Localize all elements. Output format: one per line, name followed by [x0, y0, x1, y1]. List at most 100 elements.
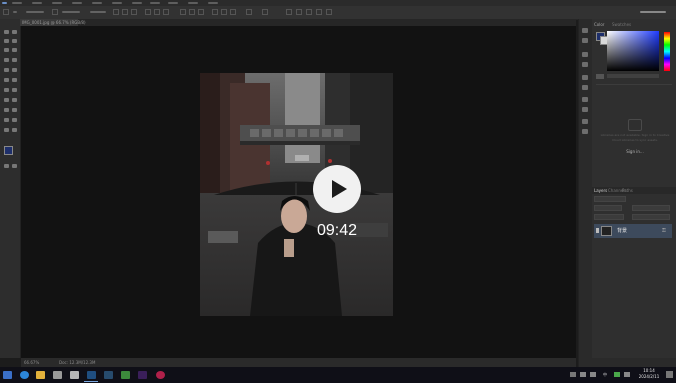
swatch-small[interactable]: [596, 74, 604, 79]
collapsed-panels-strip: [578, 19, 592, 367]
eye-icon[interactable]: [596, 228, 599, 233]
blur-tool-icon[interactable]: [11, 87, 18, 93]
start-menu-icon[interactable]: [0, 369, 14, 381]
tool-preset-icon[interactable]: [3, 9, 9, 15]
lock-options[interactable]: [594, 214, 624, 220]
document-image[interactable]: [200, 73, 393, 316]
premiere-icon[interactable]: [135, 369, 149, 381]
history-brush-tool-icon[interactable]: [3, 77, 10, 83]
screen-mode-icon[interactable]: [11, 163, 18, 169]
chart-app-icon[interactable]: [118, 369, 132, 381]
distribute-icon[interactable]: [221, 9, 227, 15]
zoom-level[interactable]: 66.67%: [24, 358, 39, 367]
quick-mask-icon[interactable]: [3, 163, 10, 169]
3d-roll-icon[interactable]: [296, 9, 302, 15]
eyedropper-tool-icon[interactable]: [3, 57, 10, 63]
swatches-panel-tab[interactable]: Swatches: [612, 22, 631, 28]
clone-source-panel-icon[interactable]: [582, 62, 589, 68]
adjustments-panel-icon[interactable]: [582, 97, 589, 103]
align-left-icon[interactable]: [113, 9, 119, 15]
clock-date[interactable]: 2024/2/11: [634, 374, 664, 380]
auto-select-checkbox[interactable]: [13, 9, 19, 15]
auto-select-dropdown[interactable]: [26, 9, 46, 15]
3d-pan-icon[interactable]: [306, 9, 312, 15]
document-tab[interactable]: IMG_0001.jpg @ 66.7% (RGB/8): [20, 19, 86, 26]
info-panel-icon[interactable]: [582, 107, 589, 113]
color-panel-tab[interactable]: Color: [594, 22, 604, 28]
tray-arrow-icon[interactable]: [570, 372, 576, 377]
shape-tool-icon[interactable]: [3, 117, 10, 123]
hue-slider[interactable]: [664, 32, 670, 71]
distribute-icon[interactable]: [189, 9, 195, 15]
edge-browser-icon[interactable]: [17, 369, 31, 381]
dodge-tool-icon[interactable]: [3, 97, 10, 103]
input-language[interactable]: 中: [603, 371, 607, 379]
pen-tool-icon[interactable]: [11, 97, 18, 103]
quick-select-tool-icon[interactable]: [3, 47, 10, 53]
3d-mode-icon[interactable]: [262, 9, 268, 15]
3d-scale-icon[interactable]: [326, 9, 332, 15]
document-size[interactable]: Doc: 12.3M/12.3M: [59, 358, 95, 367]
3d-slide-icon[interactable]: [316, 9, 322, 15]
move-tool-icon[interactable]: [3, 29, 10, 35]
auto-align-icon[interactable]: [246, 9, 252, 15]
opacity-field[interactable]: [632, 205, 670, 211]
workspace-switcher[interactable]: [640, 9, 670, 15]
artboard-tool-icon[interactable]: [11, 29, 18, 35]
zoom-tool-icon[interactable]: [3, 127, 10, 133]
layer-filter-kind[interactable]: [594, 196, 626, 202]
align-right-icon[interactable]: [131, 9, 137, 15]
libraries-signin-link[interactable]: Sign in...: [600, 149, 670, 155]
layers-tab[interactable]: Layers: [594, 188, 607, 194]
3d-rotate-icon[interactable]: [286, 9, 292, 15]
distribute-icon[interactable]: [230, 9, 236, 15]
align-bottom-icon[interactable]: [163, 9, 169, 15]
notifications-icon[interactable]: [666, 371, 673, 378]
healing-tool-icon[interactable]: [11, 57, 18, 63]
path-select-tool-icon[interactable]: [11, 107, 18, 113]
play-icon: [332, 180, 347, 198]
store-icon[interactable]: [50, 369, 64, 381]
volume-icon[interactable]: [590, 372, 596, 377]
clone-stamp-tool-icon[interactable]: [11, 67, 18, 73]
play-button[interactable]: [313, 165, 361, 213]
photoshop-taskbar-icon[interactable]: [84, 369, 98, 382]
actions-panel-icon[interactable]: [582, 119, 589, 125]
character-panel-icon[interactable]: [582, 75, 589, 81]
align-middle-icon[interactable]: [154, 9, 160, 15]
distribute-icon[interactable]: [180, 9, 186, 15]
type-tool-icon[interactable]: [3, 107, 10, 113]
transform-controls-checkbox[interactable]: [52, 9, 58, 15]
fill-field[interactable]: [632, 214, 670, 220]
edit-toolbar-icon[interactable]: [11, 127, 18, 133]
paragraph-panel-icon[interactable]: [582, 85, 589, 91]
eraser-tool-icon[interactable]: [11, 77, 18, 83]
brush-panel-icon[interactable]: [582, 52, 589, 58]
blend-mode-dropdown[interactable]: [594, 205, 622, 211]
distribute-icon[interactable]: [198, 9, 204, 15]
mail-icon[interactable]: [67, 369, 81, 381]
file-explorer-icon[interactable]: [33, 369, 47, 381]
styles-panel-icon[interactable]: [582, 129, 589, 135]
wechat-icon[interactable]: [614, 372, 620, 377]
history-panel-icon[interactable]: [582, 28, 589, 34]
ime-icon[interactable]: [624, 372, 630, 377]
layer-thumbnail: [601, 226, 612, 236]
paths-tab[interactable]: Paths: [622, 188, 633, 194]
color-picker-field[interactable]: [607, 31, 659, 71]
brush-tool-icon[interactable]: [3, 67, 10, 73]
align-center-icon[interactable]: [122, 9, 128, 15]
marquee-tool-icon[interactable]: [3, 38, 10, 44]
window-app-icon[interactable]: [101, 369, 115, 381]
crop-tool-icon[interactable]: [11, 47, 18, 53]
align-top-icon[interactable]: [145, 9, 151, 15]
color-ramp[interactable]: [607, 74, 659, 78]
properties-panel-icon[interactable]: [582, 38, 589, 44]
media-player-icon[interactable]: [153, 369, 167, 381]
lasso-tool-icon[interactable]: [11, 38, 18, 44]
hand-tool-icon[interactable]: [11, 117, 18, 123]
gradient-tool-icon[interactable]: [3, 87, 10, 93]
distribute-icon[interactable]: [212, 9, 218, 15]
foreground-color-swatch[interactable]: [4, 146, 13, 155]
network-icon[interactable]: [580, 372, 586, 377]
